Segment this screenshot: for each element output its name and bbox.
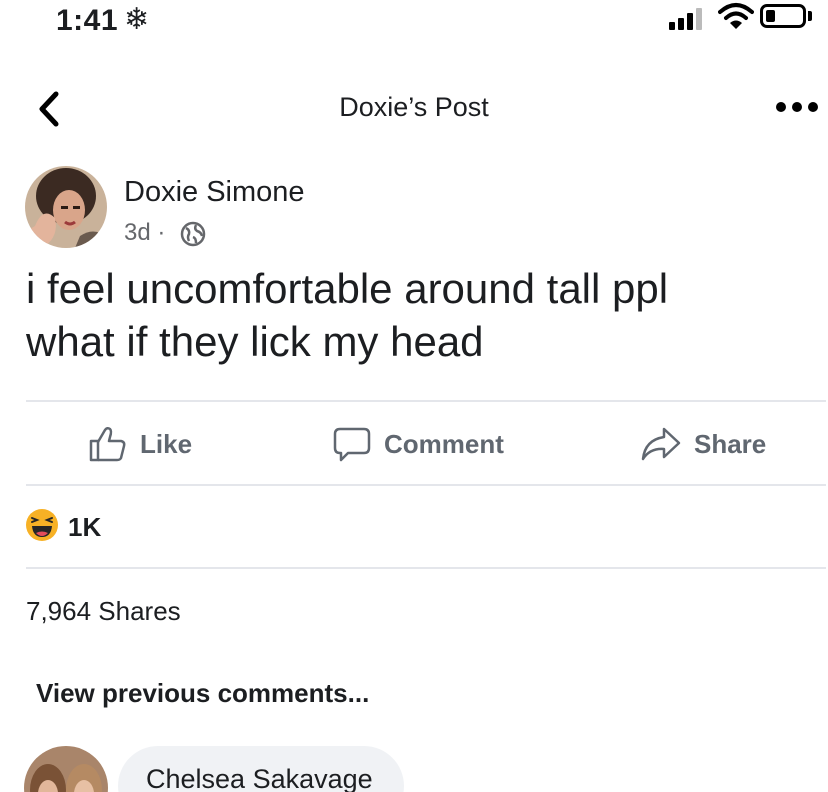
divider xyxy=(26,567,826,569)
battery-tip xyxy=(808,11,812,21)
like-button[interactable]: Like xyxy=(88,422,192,466)
comment-button[interactable]: Comment xyxy=(332,422,504,466)
post-text-line: what if they lick my head xyxy=(26,318,484,365)
post-text: i feel uncomfortable around tall ppl wha… xyxy=(26,262,806,368)
reaction-count[interactable]: 1K xyxy=(68,512,101,543)
comment-icon xyxy=(333,427,371,462)
laughing-emoji-icon[interactable] xyxy=(25,508,59,542)
divider xyxy=(26,400,826,402)
post-header: Doxie’s Post xyxy=(0,78,828,138)
divider xyxy=(26,484,826,486)
comment-label: Comment xyxy=(384,428,504,459)
author-name[interactable]: Doxie Simone xyxy=(124,176,305,209)
post-timestamp: 3d · xyxy=(124,219,165,247)
thumbs-up-icon xyxy=(89,426,126,462)
view-previous-comments-link[interactable]: View previous comments... xyxy=(36,678,369,709)
status-bar: 1:41 ❄ xyxy=(0,0,828,40)
more-options-icon[interactable] xyxy=(774,98,820,116)
like-label: Like xyxy=(140,428,193,459)
shares-count[interactable]: 7,964 Shares xyxy=(26,596,181,627)
post-text-line: i feel uncomfortable around tall ppl xyxy=(26,265,669,312)
snowflake-icon: ❄ xyxy=(124,2,150,37)
meta-separator: · xyxy=(157,219,166,246)
wifi-icon xyxy=(718,3,754,29)
post-time: 3d xyxy=(124,219,151,246)
share-button[interactable]: Share xyxy=(640,422,766,466)
cellular-signal-icon xyxy=(669,8,709,30)
page-title: Doxie’s Post xyxy=(339,92,489,122)
commenter-avatar[interactable] xyxy=(24,746,108,792)
comment-author[interactable]: Chelsea Sakavage xyxy=(146,764,373,792)
globe-icon xyxy=(180,221,206,247)
status-time: 1:41 xyxy=(56,4,119,37)
author-avatar[interactable] xyxy=(25,166,107,248)
share-label: Share xyxy=(694,428,767,459)
battery-icon xyxy=(760,4,806,28)
share-arrow-icon xyxy=(641,427,681,461)
